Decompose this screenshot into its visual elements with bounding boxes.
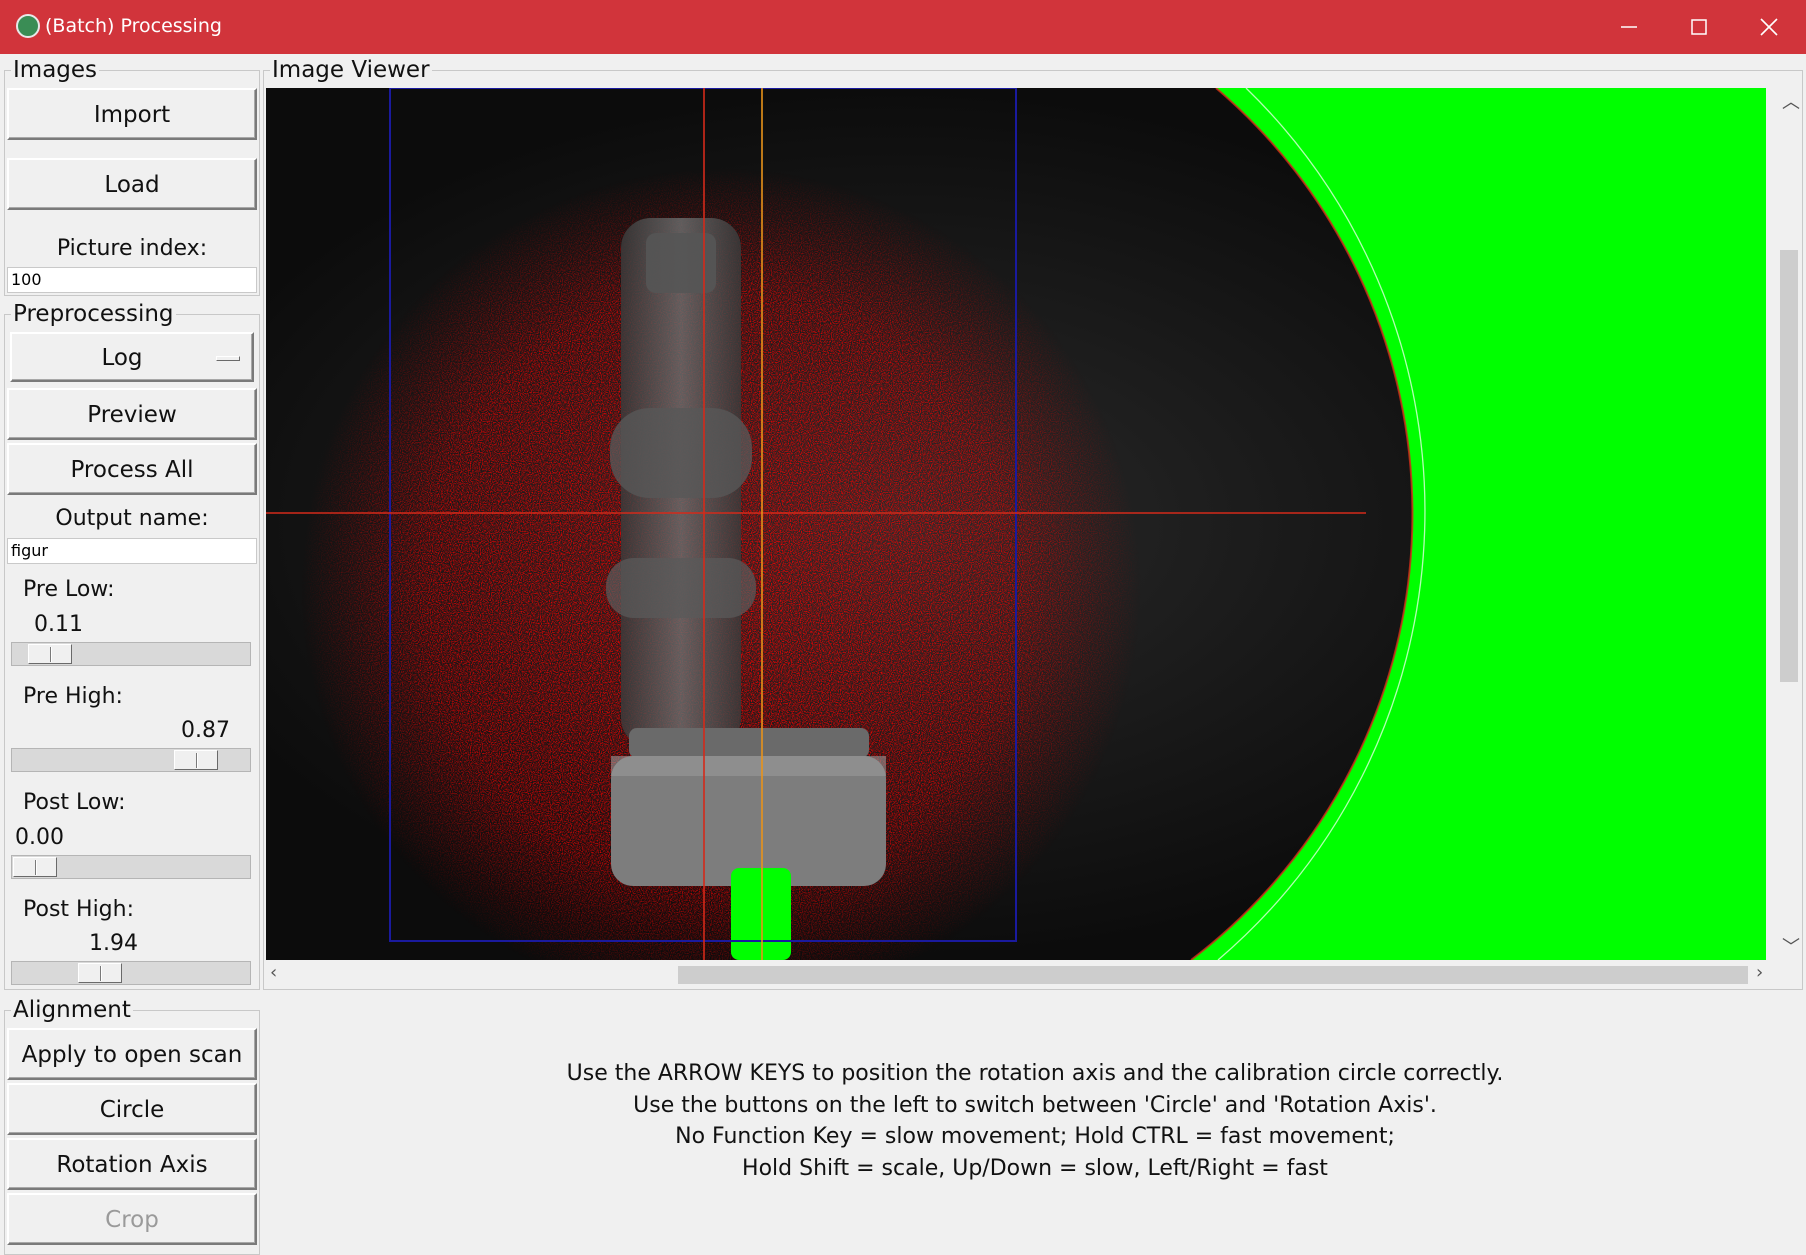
menu-indicator-icon (216, 356, 240, 361)
title-bar: (Batch) Processing (0, 0, 1806, 54)
minimize-button[interactable] (1594, 0, 1664, 54)
circle-button[interactable]: Circle (7, 1083, 257, 1135)
minimize-icon (1621, 26, 1637, 28)
pre-low-slider[interactable] (11, 642, 251, 666)
support-stem (731, 868, 791, 960)
preprocessing-method-menu[interactable]: Log (10, 332, 254, 382)
post-high-label: Post High: (23, 897, 134, 922)
pre-high-slider-thumb[interactable] (174, 750, 219, 770)
post-high-value: 1.94 (89, 931, 138, 956)
post-low-slider[interactable] (11, 855, 251, 879)
import-button[interactable]: Import (7, 88, 257, 140)
viewer-vertical-scroll-thumb[interactable] (1780, 250, 1798, 682)
post-low-label: Post Low: (23, 790, 126, 815)
xray-image (266, 88, 1766, 960)
images-group-title: Images (11, 56, 100, 84)
post-high-slider-thumb[interactable] (78, 963, 123, 983)
maximize-icon (1691, 19, 1707, 35)
maximize-button[interactable] (1664, 0, 1734, 54)
instruction-line: Use the ARROW KEYS to position the rotat… (566, 1061, 1504, 1086)
pre-low-slider-thumb[interactable] (28, 644, 73, 664)
scroll-right-icon[interactable]: › (1756, 962, 1763, 983)
preprocessing-method-value: Log (101, 345, 143, 371)
instruction-line: No Function Key = slow movement; Hold CT… (675, 1124, 1395, 1149)
pre-low-value: 0.11 (34, 612, 83, 637)
alignment-group-title: Alignment (11, 996, 133, 1024)
output-name-label: Output name: (55, 506, 209, 531)
rotation-axis-button[interactable]: Rotation Axis (7, 1138, 257, 1190)
viewer-vertical-scrollbar[interactable]: ︿ ﹀ (1776, 88, 1802, 960)
scroll-down-icon[interactable]: ﹀ (1782, 933, 1800, 959)
picture-index-input[interactable]: 100 (7, 267, 257, 293)
app-logo-icon (16, 14, 40, 38)
preprocessing-group-title: Preprocessing (11, 300, 176, 328)
post-low-slider-thumb[interactable] (13, 857, 57, 877)
pre-high-slider[interactable] (11, 748, 251, 772)
picture-index-label: Picture index: (56, 236, 208, 261)
close-icon (1760, 18, 1778, 36)
image-viewer-canvas[interactable] (266, 88, 1766, 960)
instruction-line: Hold Shift = scale, Up/Down = slow, Left… (742, 1155, 1328, 1181)
preview-button[interactable]: Preview (7, 388, 257, 440)
image-viewer-group-title: Image Viewer (270, 56, 432, 84)
window-title: (Batch) Processing (45, 15, 222, 37)
instruction-line: Use the buttons on the left to switch be… (633, 1092, 1437, 1118)
pre-high-label: Pre High: (23, 684, 123, 709)
output-name-input[interactable]: figur (7, 538, 257, 564)
process-all-button[interactable]: Process All (7, 443, 257, 495)
pre-high-value: 0.87 (181, 718, 230, 743)
apply-to-open-scan-button[interactable]: Apply to open scan (7, 1028, 257, 1080)
crop-button[interactable]: Crop (7, 1193, 257, 1245)
viewer-horizontal-scroll-thumb[interactable] (678, 966, 1748, 984)
post-low-value: 0.00 (15, 825, 64, 850)
load-button[interactable]: Load (7, 158, 257, 210)
instructions-text: Use the ARROW KEYS to position the rotat… (270, 1058, 1800, 1184)
pre-low-label: Pre Low: (23, 577, 115, 602)
post-high-slider[interactable] (11, 961, 251, 985)
scroll-left-icon[interactable]: ‹ (270, 962, 277, 983)
close-button[interactable] (1734, 0, 1804, 54)
viewer-horizontal-scrollbar[interactable]: ‹ › (266, 962, 1776, 988)
scroll-up-icon[interactable]: ︿ (1782, 88, 1800, 114)
